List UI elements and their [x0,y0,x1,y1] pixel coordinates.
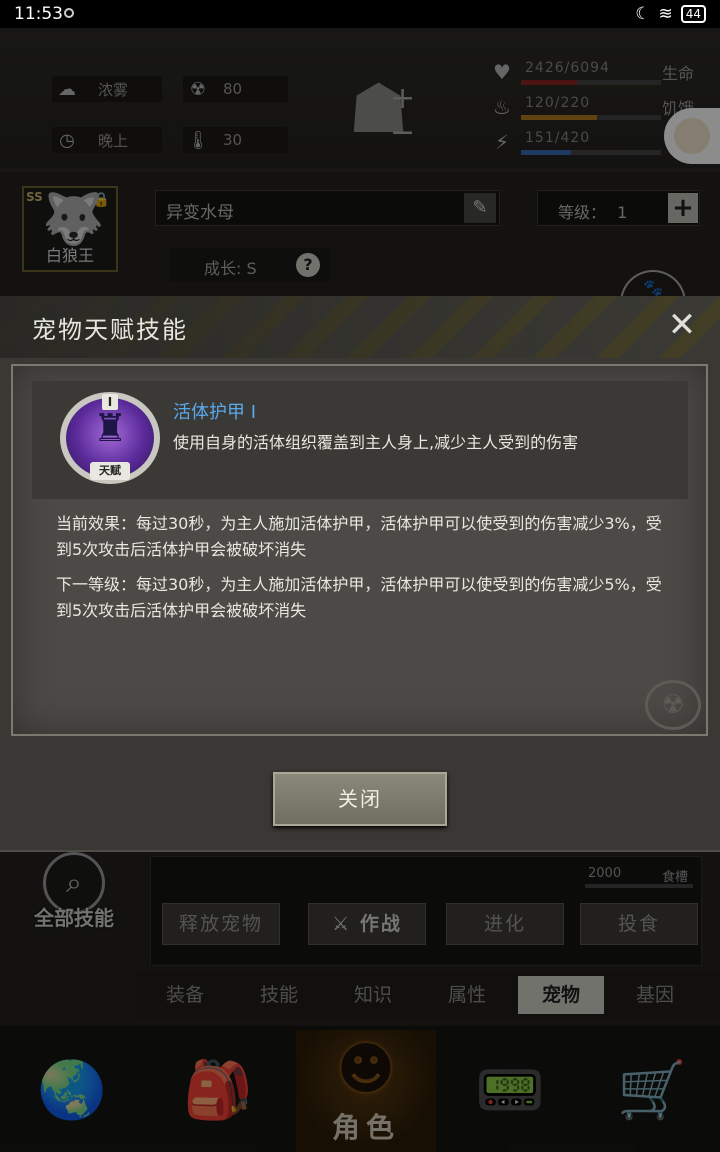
wifi-icon: ≋ [658,4,673,24]
skill-badge: ♜ I 天赋 [60,392,160,484]
recording-icon [64,8,74,18]
battery-indicator: 44 [680,5,706,23]
status-bar: 11:53 ☾ ≋ 44 [0,0,720,28]
radiation-watermark-icon: ☢ [645,680,701,730]
talent-tag: 天赋 [90,462,130,480]
close-button[interactable]: 关闭 [273,772,447,826]
moon-icon: ☾ [635,4,651,24]
skill-level-numeral: I [102,394,118,410]
muscle-figure-icon: ♜ [92,406,128,450]
modal-title: 宠物天赋技能 [32,316,188,344]
skill-name: 活体护甲 I [173,402,257,423]
skill-description: 使用自身的活体组织覆盖到主人身上,减少主人受到的伤害 [173,433,579,452]
clock: 11:53 [14,4,63,24]
close-icon[interactable]: ✕ [664,308,700,344]
next-level-text: 下一等级：每过30秒，为主人施加活体护甲，活体护甲可以使受到的伤害减少5%，受到… [56,575,662,620]
current-effect-text: 当前效果：每过30秒，为主人施加活体护甲，活体护甲可以使受到的伤害减少3%，受到… [56,514,662,559]
